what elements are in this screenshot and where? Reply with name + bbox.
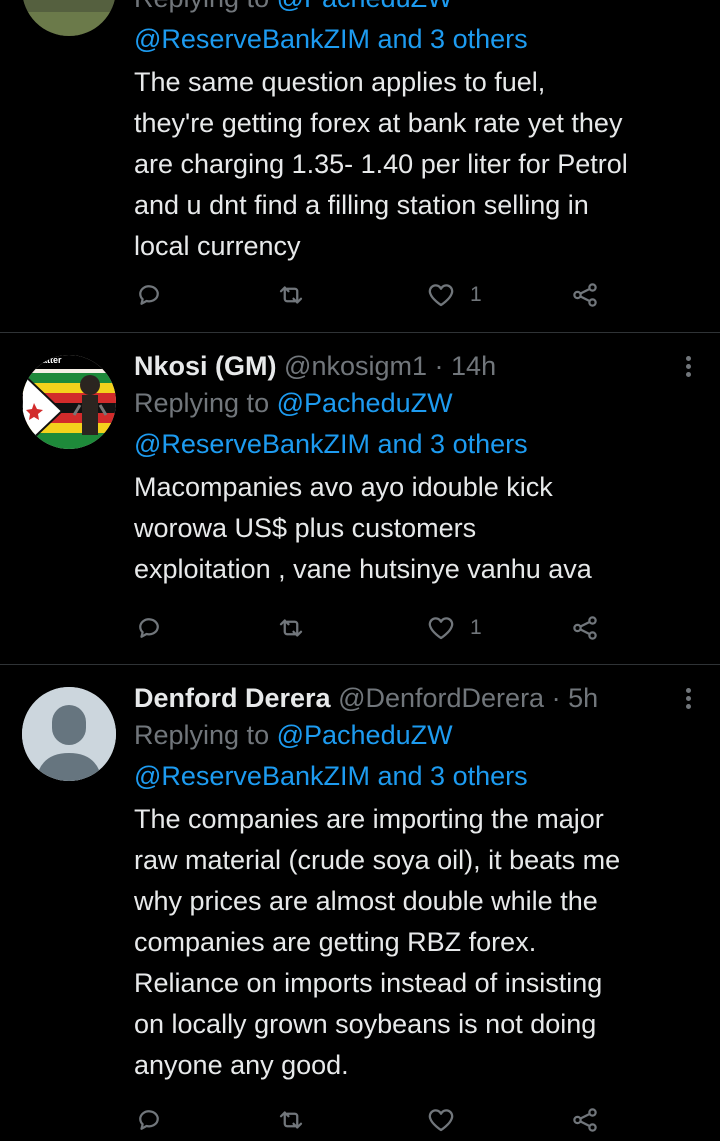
replying-line-2: @ReserveBankZIM and 3 others xyxy=(134,756,700,797)
retweet-icon xyxy=(279,286,303,304)
and-others-link[interactable]: and 3 others xyxy=(378,24,528,54)
share-icon xyxy=(573,283,597,307)
tweet-line: companies are getting RBZ forex. xyxy=(134,927,537,957)
default-avatar-icon xyxy=(22,687,116,781)
and-others-link[interactable]: and 3 others xyxy=(378,429,528,459)
tweet-line: they're getting forex at bank rate yet t… xyxy=(134,108,623,138)
reply-button[interactable] xyxy=(134,280,164,310)
tweet-line: on locally grown soybeans is not doing xyxy=(134,1009,597,1039)
share-button[interactable] xyxy=(570,613,600,643)
display-name[interactable]: Nkosi (GM) xyxy=(134,351,277,381)
retweet-button[interactable] xyxy=(276,1105,306,1135)
mention-link[interactable]: @PacheduZW xyxy=(277,388,453,418)
avatar[interactable] xyxy=(22,0,116,36)
tweet-line: worowa US$ plus customers xyxy=(134,513,477,543)
mention-link[interactable]: @ReserveBankZIM xyxy=(134,761,370,791)
share-icon xyxy=(573,616,597,640)
user-handle[interactable]: @DenfordDerera xyxy=(338,683,544,713)
like-icon xyxy=(428,617,454,640)
like-icon xyxy=(428,284,454,307)
tweet-line: The companies are importing the major xyxy=(134,804,604,834)
retweet-button[interactable] xyxy=(276,613,306,643)
retweet-button[interactable] xyxy=(276,280,306,310)
tweet-line: are charging 1.35- 1.40 per liter for Pe… xyxy=(134,149,628,179)
replying-label: Replying to xyxy=(134,0,269,13)
tweet-line: The same question applies to fuel, xyxy=(134,67,546,97)
and-others-link[interactable]: and 3 others xyxy=(378,761,528,791)
timestamp[interactable]: 14h xyxy=(451,351,496,381)
tweet-line: raw material (crude soya oil), it beats … xyxy=(134,845,621,875)
tweet-text: The same question applies to fuel, they'… xyxy=(134,62,700,267)
more-icon xyxy=(684,688,692,709)
replying-line: Replying to @PacheduZW xyxy=(134,0,700,19)
mention-link[interactable]: @PacheduZW xyxy=(277,720,453,750)
replying-line: Replying to @PacheduZW xyxy=(134,383,700,424)
like-button[interactable]: 1 xyxy=(426,613,482,643)
like-icon xyxy=(428,1109,454,1132)
tweet-line: exploitation , vane hutsinye vanhu ava xyxy=(134,554,592,584)
share-icon xyxy=(573,1108,597,1132)
divider xyxy=(0,332,720,333)
replying-line-2: @ReserveBankZIM and 3 others xyxy=(134,424,700,465)
replying-label: Replying to xyxy=(134,720,270,750)
avatar[interactable] xyxy=(22,687,116,781)
tweet-line: Reliance on imports instead of insisting xyxy=(134,968,603,998)
separator: · xyxy=(551,683,561,713)
reply-icon xyxy=(139,618,159,638)
avatar-photo xyxy=(22,355,116,449)
user-handle[interactable]: @nkosigm1 xyxy=(284,351,427,381)
mention-link[interactable]: @ReserveBankZIM xyxy=(134,429,370,459)
like-button[interactable] xyxy=(426,1105,456,1135)
replying-label: Replying to xyxy=(134,388,270,418)
tweet-line: Macompanies avo ayo idouble kick xyxy=(134,472,553,502)
tweet-text: Macompanies avo ayo idouble kick worowa … xyxy=(134,467,700,590)
tweet-line: anyone any good. xyxy=(134,1050,349,1080)
divider xyxy=(0,664,720,665)
more-options-button[interactable] xyxy=(684,685,692,712)
tweet-header: Nkosi (GM) @nkosigm1 · 14h xyxy=(134,349,700,383)
display-name[interactable]: Denford Derera xyxy=(134,683,331,713)
share-button[interactable] xyxy=(570,1105,600,1135)
tweet-line: and u dnt find a filling station selling… xyxy=(134,190,589,220)
replying-line: Replying to @PacheduZW xyxy=(134,715,700,756)
reply-button[interactable] xyxy=(134,613,164,643)
mention-link[interactable]: @PacheduZW xyxy=(277,0,453,13)
tweet-text: The companies are importing the major ra… xyxy=(134,799,700,1086)
reply-button[interactable] xyxy=(134,1105,164,1135)
reply-icon xyxy=(139,285,159,305)
more-icon xyxy=(684,356,692,377)
share-button[interactable] xyxy=(570,280,600,310)
like-button[interactable]: 1 xyxy=(426,280,482,310)
more-options-button[interactable] xyxy=(684,353,692,380)
timestamp[interactable]: 5h xyxy=(568,683,598,713)
avatar-badge-text: esmatter xyxy=(24,355,62,365)
replying-line-2: @ReserveBankZIM and 3 others xyxy=(134,19,700,60)
reply-icon xyxy=(139,1110,159,1130)
tweet-header: Denford Derera @DenfordDerera · 5h xyxy=(134,681,700,715)
retweet-icon xyxy=(279,1111,303,1129)
separator: · xyxy=(434,351,444,381)
like-count: 1 xyxy=(470,616,482,639)
mention-link[interactable]: @ReserveBankZIM xyxy=(134,24,370,54)
tweet-line: local currency xyxy=(134,231,301,261)
like-count: 1 xyxy=(470,283,482,306)
avatar[interactable]: esmatter xyxy=(22,355,116,449)
retweet-icon xyxy=(279,619,303,637)
avatar-photo xyxy=(22,0,116,36)
tweet-line: why prices are almost double while the xyxy=(134,886,598,916)
